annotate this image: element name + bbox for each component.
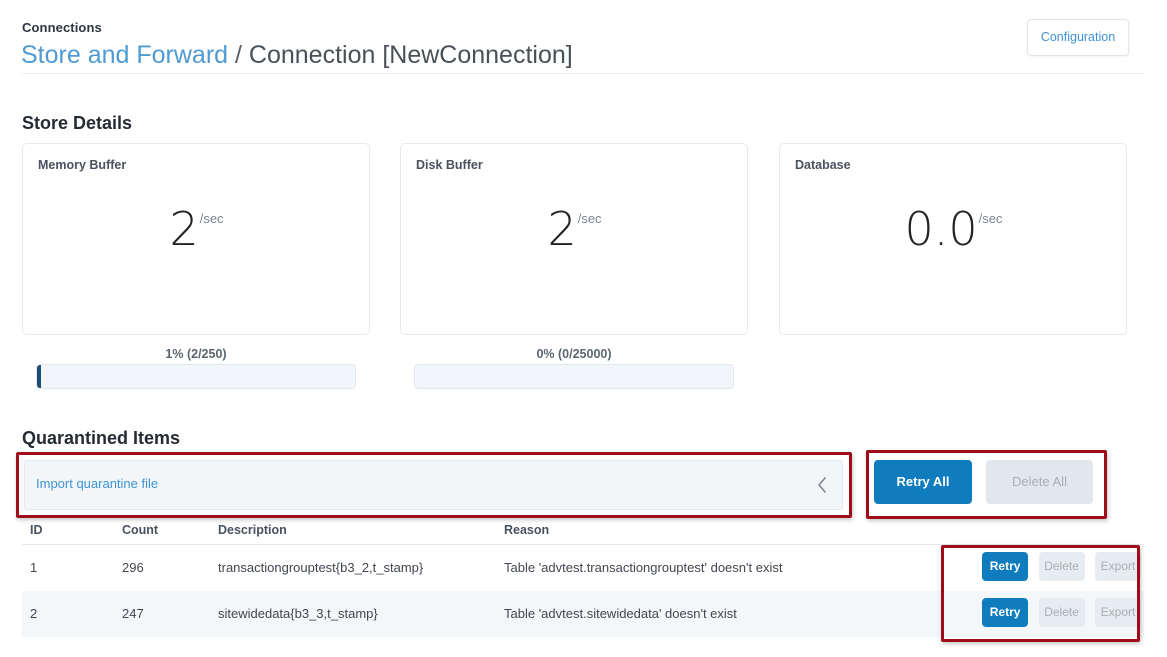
card-label: Database — [795, 158, 851, 172]
metric: 0.0/sec — [780, 206, 1126, 252]
cell-reason: Table 'advtest.sitewidedata' doesn't exi… — [504, 606, 737, 621]
table-row: 2 247 sitewidedata{b3_3,t_stamp} Table '… — [22, 591, 1144, 637]
title-connection-name: Connection [NewConnection] — [249, 41, 573, 69]
cell-reason: Table 'advtest.transactiongrouptest' doe… — [504, 560, 782, 575]
metric-value: 0.0 — [905, 202, 978, 256]
progress-fill — [37, 365, 41, 388]
quarantined-items-table: ID Count Description Reason 1 296 transa… — [22, 520, 1144, 637]
store-card-database: Database 0.0/sec — [779, 143, 1127, 335]
breadcrumb: Connections — [22, 20, 102, 35]
store-card-memory-buffer: Memory Buffer 2/sec — [22, 143, 370, 335]
memory-buffer-progress-label: 1% (2/250) — [22, 347, 370, 361]
cell-description: sitewidedata{b3_3,t_stamp} — [218, 606, 378, 621]
card-label: Disk Buffer — [416, 158, 483, 172]
table-header-row: ID Count Description Reason — [22, 520, 1144, 545]
page-title: Store and Forward / Connection [NewConne… — [21, 40, 573, 70]
disk-buffer-progress-label: 0% (0/25000) — [400, 347, 748, 361]
chevron-left-icon[interactable] — [814, 474, 830, 496]
cell-count: 296 — [122, 560, 144, 575]
row-delete-button: Delete — [1039, 552, 1085, 581]
title-separator: / — [235, 41, 242, 69]
header-divider — [22, 73, 1144, 74]
retry-all-button[interactable]: Retry All — [874, 460, 972, 504]
table-row: 1 296 transactiongrouptest{b3_2,t_stamp}… — [22, 545, 1144, 591]
title-link-store-and-forward[interactable]: Store and Forward — [21, 41, 228, 69]
cell-count: 247 — [122, 606, 144, 621]
import-quarantine-file-link[interactable]: Import quarantine file — [36, 476, 158, 491]
card-label: Memory Buffer — [38, 158, 126, 172]
cell-id: 2 — [30, 606, 37, 621]
cell-id: 1 — [30, 560, 37, 575]
import-quarantine-panel: Import quarantine file — [24, 460, 843, 510]
store-details-heading: Store Details — [22, 113, 132, 134]
column-header-description: Description — [218, 523, 287, 537]
page-header: Connections Store and Forward / Connecti… — [0, 0, 1167, 74]
quarantined-items-heading: Quarantined Items — [22, 428, 180, 449]
row-delete-button: Delete — [1039, 598, 1085, 627]
row-export-button: Export — [1095, 598, 1141, 627]
metric: 2/sec — [401, 206, 747, 252]
delete-all-button: Delete All — [986, 460, 1093, 504]
store-card-disk-buffer: Disk Buffer 2/sec — [400, 143, 748, 335]
metric-value: 2 — [169, 202, 198, 256]
metric-unit: /sec — [979, 211, 1003, 226]
column-header-reason: Reason — [504, 523, 549, 537]
metric-unit: /sec — [200, 211, 224, 226]
row-action-group: Retry Delete Export — [976, 598, 1141, 627]
row-retry-button[interactable]: Retry — [982, 552, 1028, 581]
cell-description: transactiongrouptest{b3_2,t_stamp} — [218, 560, 423, 575]
column-header-id: ID — [30, 523, 43, 537]
row-export-button: Export — [1095, 552, 1141, 581]
store-and-forward-page: Connections Store and Forward / Connecti… — [0, 0, 1167, 657]
memory-buffer-progress-bar — [36, 364, 356, 389]
row-action-group: Retry Delete Export — [976, 552, 1141, 581]
metric-value: 2 — [547, 202, 576, 256]
column-header-count: Count — [122, 523, 158, 537]
metric: 2/sec — [23, 206, 369, 252]
disk-buffer-progress-bar — [414, 364, 734, 389]
configuration-button[interactable]: Configuration — [1027, 19, 1129, 56]
row-retry-button[interactable]: Retry — [982, 598, 1028, 627]
metric-unit: /sec — [578, 211, 602, 226]
